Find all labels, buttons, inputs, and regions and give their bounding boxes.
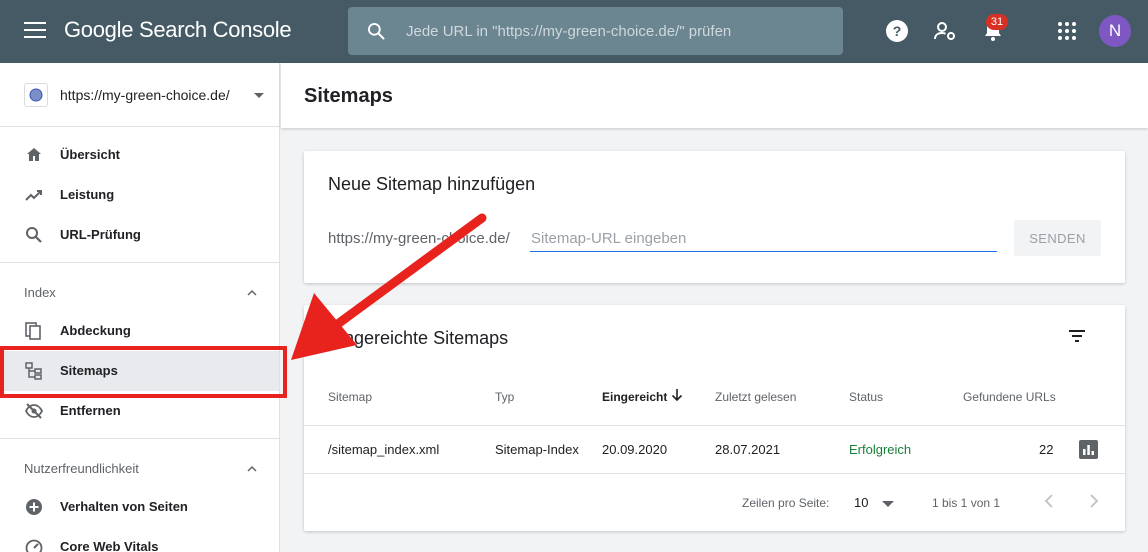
sitemap-icon	[25, 362, 42, 380]
column-header-type[interactable]: Typ	[495, 390, 514, 404]
sitemap-url-prefix: https://my-green-choice.de/	[328, 230, 510, 247]
row-found-urls: 22	[1039, 442, 1054, 457]
sidebar-item-core-web-vitals[interactable]: Core Web Vitals	[0, 527, 279, 552]
sidebar-item-url-inspection[interactable]: URL-Prüfung	[0, 215, 279, 255]
home-icon	[27, 148, 41, 161]
hamburger-menu-icon[interactable]	[24, 22, 46, 40]
add-sitemap-card: Neue Sitemap hinzufügen https://my-green…	[304, 151, 1125, 283]
sidebar-item-sitemaps[interactable]: Sitemaps	[0, 351, 279, 391]
column-header-submitted[interactable]: Eingereicht	[602, 390, 667, 404]
caret-down-icon	[882, 501, 894, 507]
row-last-read: 28.07.2021	[715, 442, 781, 457]
chevron-left-icon[interactable]	[1040, 491, 1060, 511]
sidebar-item-removals[interactable]: Entfernen	[0, 391, 279, 431]
bar-chart-icon[interactable]	[1079, 440, 1098, 459]
rows-per-page-select[interactable]: 10	[854, 493, 898, 513]
column-header-status[interactable]: Status	[849, 390, 883, 404]
sort-descending-arrow-icon[interactable]	[670, 387, 684, 403]
page-header: Sitemaps	[281, 63, 1148, 128]
chevron-up-icon	[247, 289, 257, 296]
caret-down-icon	[254, 93, 264, 98]
column-header-last-read[interactable]: Zuletzt gelesen	[715, 390, 796, 404]
sidebar-item-overview[interactable]: Übersicht	[0, 135, 279, 175]
sidebar-divider	[0, 438, 279, 439]
gauge-icon	[25, 539, 43, 552]
search-icon	[368, 23, 385, 40]
svg-text:?: ?	[893, 23, 902, 39]
property-selector[interactable]: https://my-green-choice.de/	[0, 63, 279, 127]
globe-icon	[24, 83, 48, 107]
eye-off-icon	[24, 403, 44, 419]
chevron-up-icon	[247, 465, 257, 472]
sidebar-item-coverage[interactable]: Abdeckung	[0, 311, 279, 351]
send-button[interactable]: SENDEN	[1014, 220, 1101, 256]
trending-up-icon	[25, 190, 42, 201]
top-app-bar: Google Search Console ? 31 N	[0, 0, 1148, 63]
page-title: Sitemaps	[304, 85, 393, 107]
table-divider	[304, 425, 1125, 426]
rows-per-page-label: Zeilen pro Seite:	[742, 496, 830, 510]
sidebar-item-performance[interactable]: Leistung	[0, 175, 279, 215]
submitted-sitemaps-card: Eingereichte Sitemaps Sitemap Typ Einger…	[304, 305, 1125, 531]
chevron-right-icon[interactable]	[1083, 491, 1103, 511]
column-header-sitemap[interactable]: Sitemap	[328, 390, 372, 404]
sidebar-nav: https://my-green-choice.de/ Übersicht Le…	[0, 63, 280, 552]
plus-circle-icon	[26, 499, 42, 515]
pagination-range: 1 bis 1 von 1	[932, 496, 1001, 510]
user-settings-icon[interactable]	[933, 19, 957, 43]
sidebar-divider	[0, 262, 279, 263]
filter-icon[interactable]	[1066, 325, 1088, 347]
sidebar-section-usability[interactable]: Nutzerfreundlichkeit	[0, 448, 279, 488]
app-logo[interactable]: Google Search Console	[64, 17, 292, 43]
sidebar-section-index[interactable]: Index	[0, 272, 279, 312]
search-input[interactable]	[406, 7, 826, 55]
row-submitted: 20.09.2020	[602, 442, 668, 457]
help-icon[interactable]: ?	[885, 19, 909, 43]
url-inspection-search[interactable]	[348, 7, 843, 55]
sidebar-item-page-experience[interactable]: Verhalten von Seiten	[0, 487, 279, 527]
search-icon	[26, 227, 42, 243]
property-url: https://my-green-choice.de/	[60, 87, 230, 103]
row-status: Erfolgreich	[849, 442, 912, 457]
row-type: Sitemap-Index	[495, 442, 579, 457]
table-divider	[304, 473, 1125, 474]
account-avatar[interactable]: N	[1099, 15, 1131, 47]
sitemap-url-input[interactable]	[530, 226, 997, 252]
submitted-sitemaps-title: Eingereichte Sitemaps	[328, 328, 509, 348]
column-header-found-urls[interactable]: Gefundene URLs	[963, 390, 1056, 404]
file-copy-icon	[25, 322, 41, 340]
row-sitemap[interactable]: /sitemap_index.xml	[328, 442, 439, 457]
add-sitemap-title: Neue Sitemap hinzufügen	[328, 174, 536, 194]
apps-grid-icon[interactable]	[1055, 19, 1079, 43]
notification-count-badge: 31	[986, 14, 1008, 30]
